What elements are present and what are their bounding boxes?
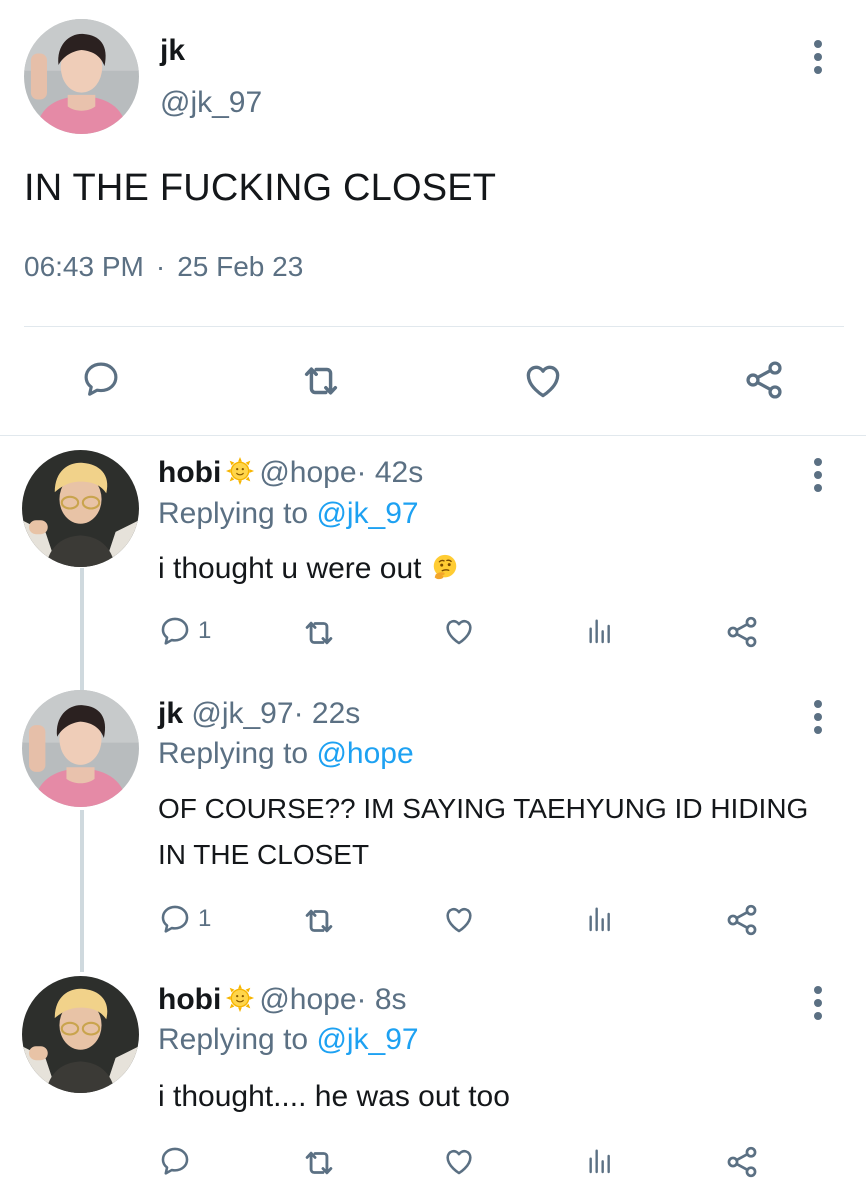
reply-author-handle[interactable]: @jk_97 (191, 697, 293, 730)
more-options-icon[interactable] (813, 40, 823, 80)
like-icon[interactable] (442, 902, 476, 936)
thread-line (80, 810, 84, 972)
reply-count: 1 (198, 617, 212, 644)
reply-header: hobi @hope· 8s (158, 983, 407, 1017)
tweet-text: IN THE FUCKING CLOSET (24, 167, 497, 209)
author-name[interactable]: jk (160, 34, 185, 68)
retweet-icon[interactable] (300, 902, 338, 940)
divider (24, 326, 844, 327)
retweet-icon[interactable] (300, 614, 338, 652)
replying-to: Replying to @hope (158, 737, 414, 771)
replying-to: Replying to @jk_97 (158, 497, 419, 531)
stats-icon[interactable] (584, 1144, 616, 1176)
reply-icon[interactable]: 1 (158, 902, 211, 936)
replying-to-prefix: Replying to (158, 1023, 309, 1056)
main-action-bar (0, 350, 866, 410)
reply-action-bar: 1 (0, 614, 866, 654)
replying-to-link[interactable]: @jk_97 (316, 1023, 418, 1056)
share-icon[interactable] (724, 902, 760, 938)
reply-text-line: OF COURSE?? IM SAYING TAEHYUNG ID HIDING (158, 793, 809, 824)
reply-text-line: IN THE CLOSET (158, 839, 370, 870)
hobi-avatar[interactable] (22, 976, 139, 1093)
reply-icon[interactable] (158, 1144, 198, 1178)
replying-to-prefix: Replying to (158, 497, 309, 530)
replying-to-link[interactable]: @hope (316, 737, 413, 770)
author-handle[interactable]: @jk_97 (160, 86, 262, 120)
reply-count: 1 (198, 905, 212, 932)
replying-to: Replying to @jk_97 (158, 1023, 419, 1057)
like-icon[interactable] (442, 614, 476, 648)
more-options-icon[interactable] (813, 700, 823, 740)
reply-icon[interactable]: 1 (158, 614, 211, 648)
like-icon[interactable] (442, 1144, 476, 1178)
hobi-avatar[interactable] (22, 450, 139, 567)
reply-author-name[interactable]: jk (158, 697, 183, 730)
share-icon[interactable] (742, 358, 786, 402)
reply-header: hobi @hope· 42s (158, 456, 423, 490)
tweet-time: 06:43 PM (24, 251, 144, 282)
like-icon[interactable] (521, 358, 565, 402)
tweet-timestamp: 06:43 PM · 25 Feb 23 (24, 251, 303, 283)
reply-text: OF COURSE?? IM SAYING TAEHYUNG ID HIDING… (158, 786, 808, 878)
share-icon[interactable] (724, 614, 760, 650)
reply-author-name[interactable]: hobi (158, 983, 221, 1016)
stats-icon[interactable] (584, 902, 616, 934)
jk-avatar[interactable] (24, 19, 139, 134)
divider (0, 435, 866, 436)
stats-icon[interactable] (584, 614, 616, 646)
reply-header: jk @jk_97· 22s (158, 697, 360, 731)
replying-to-link[interactable]: @jk_97 (316, 497, 418, 530)
retweet-icon[interactable] (298, 358, 344, 404)
jk-avatar[interactable] (22, 690, 139, 807)
sun-face-emoji-icon (225, 456, 255, 486)
reply-action-bar (0, 1144, 866, 1184)
replying-to-prefix: Replying to (158, 737, 309, 770)
share-icon[interactable] (724, 1144, 760, 1180)
reply-text: i thought.... he was out too (158, 1080, 510, 1113)
thinking-face-emoji-icon (430, 552, 460, 582)
reply-age: · 8s (356, 983, 407, 1016)
reply-action-bar: 1 (0, 902, 866, 942)
meta-separator: · (155, 251, 166, 282)
reply-text: i thought u were out (158, 546, 464, 592)
retweet-icon[interactable] (300, 1144, 338, 1182)
reply-icon[interactable] (80, 358, 122, 400)
more-options-icon[interactable] (813, 458, 823, 498)
reply-age: · 22s (293, 697, 361, 730)
reply-age: · 42s (356, 456, 424, 489)
tweet-date: 25 Feb 23 (177, 251, 304, 282)
reply-author-handle[interactable]: @hope (259, 456, 356, 489)
reply-text-content: i thought u were out (158, 552, 422, 585)
sun-face-emoji-icon (225, 983, 255, 1013)
reply-author-handle[interactable]: @hope (259, 983, 356, 1016)
reply-author-name[interactable]: hobi (158, 456, 221, 489)
more-options-icon[interactable] (813, 986, 823, 1026)
